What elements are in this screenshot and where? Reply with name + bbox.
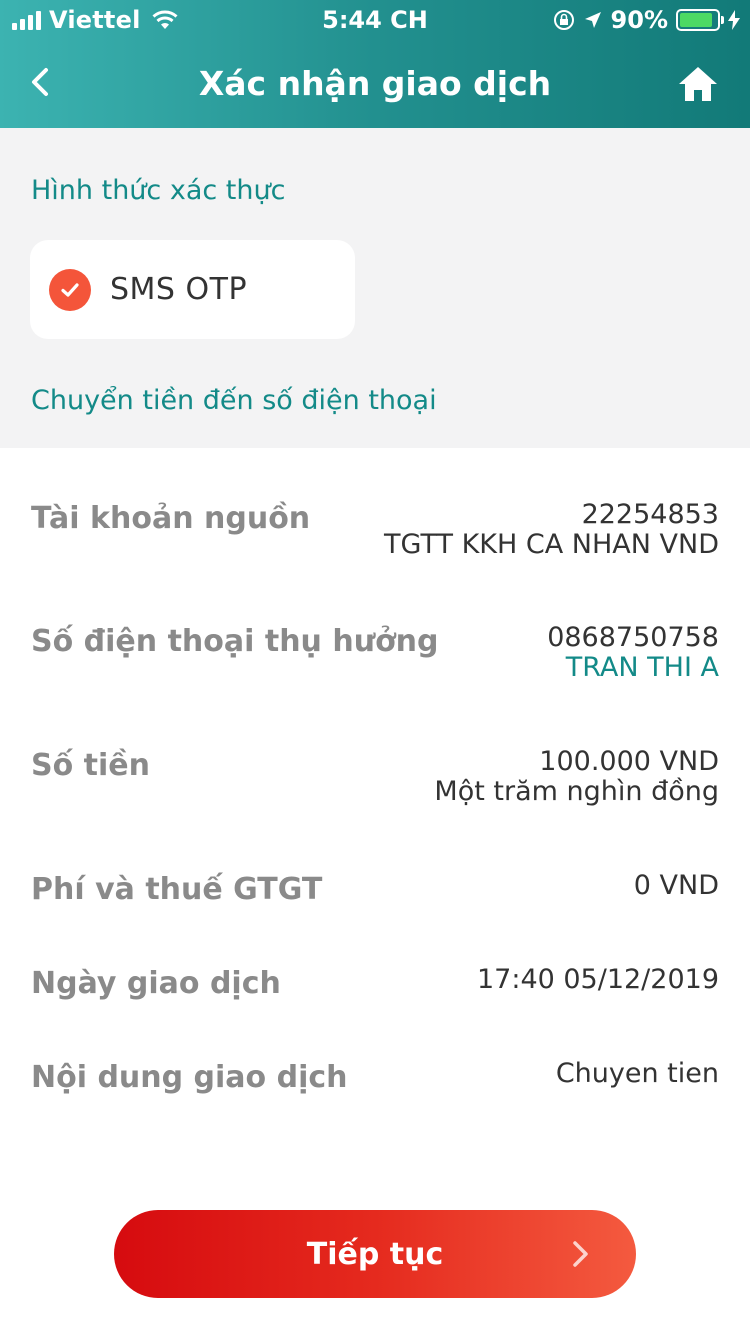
beneficiary-phone-value: 0868750758 TRAN THI A <box>547 623 719 683</box>
chevron-right-icon <box>573 1241 588 1267</box>
amount-value: 100.000 VND Một trăm nghìn đồng <box>434 747 719 807</box>
status-right: 90% <box>553 6 740 34</box>
battery-icon <box>676 9 724 31</box>
description-value: Chuyen tien <box>555 1058 719 1089</box>
amount-label: Số tiền <box>31 748 150 783</box>
amount-in-words: Một trăm nghìn đồng <box>434 776 719 807</box>
fee-label: Phí và thuế GTGT <box>31 872 323 907</box>
continue-button[interactable]: Tiếp tục <box>114 1210 636 1298</box>
phone-number: 0868750758 <box>547 622 719 653</box>
battery-percentage: 90% <box>610 6 668 34</box>
beneficiary-name: TRAN THI A <box>565 652 719 683</box>
description-label: Nội dung giao dịch <box>31 1060 348 1095</box>
home-icon <box>679 67 717 101</box>
status-bar: Viettel 5:44 CH 90% <box>0 0 750 40</box>
transaction-type-label: Chuyển tiền đến số điện thoại <box>31 385 437 416</box>
auth-method-label: Hình thức xác thực <box>31 175 286 206</box>
sms-otp-label: SMS OTP <box>110 272 248 307</box>
amount-number: 100.000 VND <box>539 746 719 777</box>
home-button[interactable] <box>676 62 720 106</box>
continue-label: Tiếp tục <box>306 1236 444 1272</box>
transaction-date-value: 17:40 05/12/2019 <box>476 964 719 995</box>
check-circle-icon <box>49 268 91 311</box>
location-arrow-icon <box>584 12 601 28</box>
app-header: Viettel 5:44 CH 90% Xác nhận giao dịch <box>0 0 750 128</box>
charging-icon <box>728 10 740 30</box>
source-account-label: Tài khoản nguồn <box>31 501 311 536</box>
battery-level <box>680 13 713 27</box>
account-name: TGTT KKH CA NHAN VND <box>384 529 719 560</box>
page-title: Xác nhận giao dịch <box>198 64 552 103</box>
transaction-date-label: Ngày giao dịch <box>31 966 281 1001</box>
account-number: 22254853 <box>581 499 719 530</box>
rotation-lock-icon <box>553 10 574 30</box>
beneficiary-phone-label: Số điện thoại thụ hưởng <box>31 624 439 659</box>
sms-otp-option[interactable]: SMS OTP <box>30 240 355 339</box>
source-account-value: 22254853 TGTT KKH CA NHAN VND <box>384 500 719 560</box>
fee-value: 0 VND <box>633 870 719 901</box>
auth-section: Hình thức xác thực SMS OTP Chuyển tiền đ… <box>0 128 750 448</box>
